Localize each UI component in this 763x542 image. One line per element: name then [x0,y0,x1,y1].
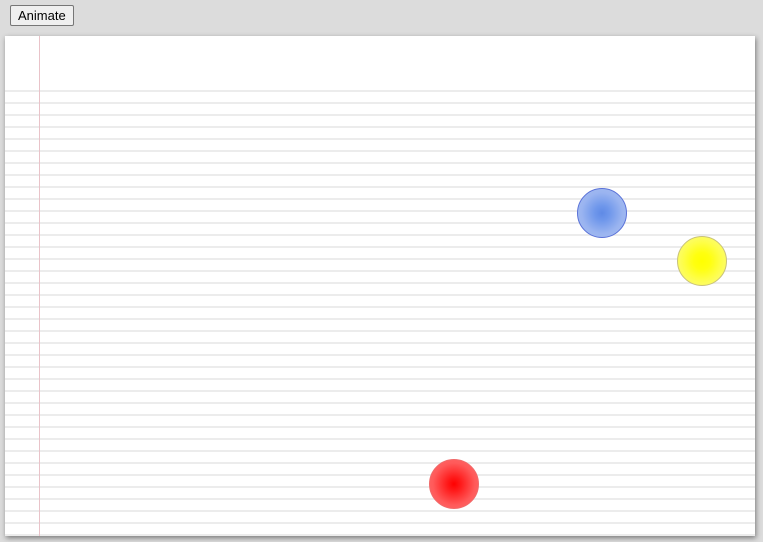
paper-header-space [5,36,755,90]
yellow-ball [677,236,727,286]
animate-button[interactable]: Animate [10,5,74,26]
red-ball [429,459,479,509]
blue-ball [577,188,627,238]
margin-line [39,36,40,536]
notebook-paper-canvas [5,36,755,536]
toolbar: Animate [0,0,763,34]
